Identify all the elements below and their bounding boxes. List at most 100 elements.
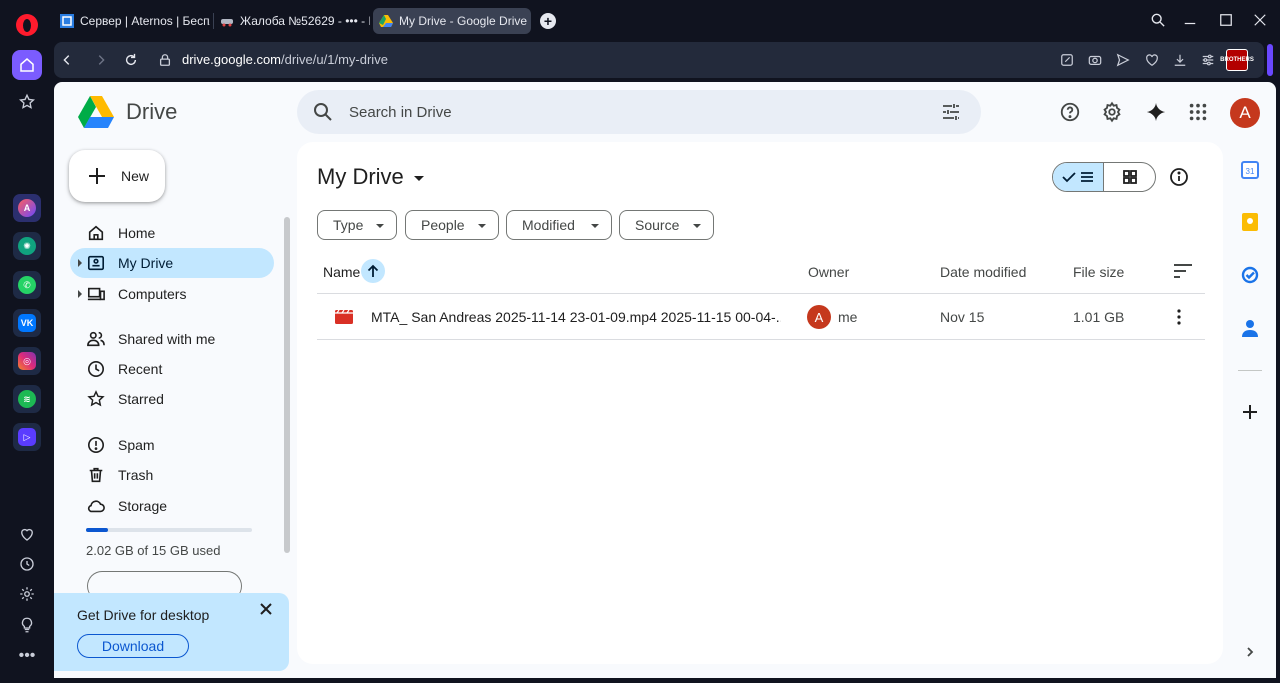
filter-modified[interactable]: Modified — [506, 210, 612, 240]
aria-ai-icon[interactable]: A — [13, 194, 41, 222]
gemini-icon[interactable] — [1144, 100, 1168, 124]
send-icon[interactable] — [1114, 51, 1132, 69]
nav-label: Recent — [118, 361, 163, 377]
chatgpt-icon[interactable]: ✺ — [13, 232, 41, 260]
grid-view-button[interactable] — [1104, 163, 1155, 191]
contacts-icon[interactable] — [1240, 318, 1260, 338]
shared-people-icon — [87, 331, 105, 347]
close-icon[interactable] — [258, 601, 274, 617]
filter-label: People — [421, 217, 465, 233]
column-file-size[interactable]: File size — [1073, 264, 1124, 280]
nav-item-storage[interactable]: Storage — [70, 491, 274, 521]
apps-grid-icon[interactable] — [1186, 100, 1210, 124]
account-avatar[interactable]: A — [1230, 98, 1260, 128]
heart-icon[interactable] — [1143, 51, 1161, 69]
nav-item-trash[interactable]: Trash — [70, 460, 274, 490]
filter-label: Modified — [522, 217, 575, 233]
url-path: /drive/u/1/my-drive — [281, 52, 388, 67]
sort-direction-button[interactable] — [361, 259, 385, 283]
expand-arrow-icon[interactable] — [78, 259, 82, 267]
chevron-down-icon — [413, 176, 424, 181]
easy-setup-icon[interactable] — [1199, 51, 1217, 69]
filter-people[interactable]: People — [405, 210, 499, 240]
nav-item-my-drive[interactable]: My Drive — [70, 248, 274, 278]
close-window-icon[interactable] — [1250, 10, 1270, 30]
help-icon[interactable] — [1058, 100, 1082, 124]
page-title[interactable]: My Drive — [317, 164, 424, 190]
search-box — [297, 90, 981, 134]
nav-label: Computers — [118, 286, 187, 302]
lock-icon[interactable] — [156, 51, 174, 69]
player-icon[interactable]: ▷ — [13, 423, 41, 451]
star-icon[interactable] — [12, 87, 42, 117]
filter-type[interactable]: Type — [317, 210, 397, 240]
info-icon[interactable] — [1169, 167, 1189, 187]
drive-logo-text: Drive — [126, 99, 178, 124]
calendar-icon[interactable]: 31 — [1240, 160, 1260, 180]
instagram-icon[interactable]: ◎ — [13, 347, 41, 375]
view-toggle — [1052, 162, 1156, 192]
list-icon — [1081, 172, 1093, 182]
storage-used-text: 2.02 GB of 15 GB used — [86, 543, 221, 558]
back-icon[interactable] — [58, 51, 76, 69]
expand-arrow-icon[interactable] — [78, 290, 82, 298]
search-input[interactable] — [349, 98, 909, 126]
filter-source[interactable]: Source — [619, 210, 714, 240]
forward-icon[interactable] — [92, 51, 110, 69]
maximize-icon[interactable] — [1216, 10, 1236, 30]
nav-item-recent[interactable]: Recent — [70, 354, 274, 384]
more-icon[interactable]: ••• — [12, 641, 42, 671]
nav-item-starred[interactable]: Starred — [70, 384, 274, 414]
vk-icon[interactable]: VK — [13, 309, 41, 337]
drive-logo[interactable]: Drive — [78, 96, 177, 128]
chevron-right-icon[interactable] — [1240, 642, 1260, 662]
history-icon[interactable] — [12, 549, 42, 579]
keep-icon[interactable] — [1240, 212, 1260, 232]
sidebar-toggle[interactable] — [1267, 44, 1273, 76]
column-name[interactable]: Name — [323, 264, 360, 280]
drive-logo-icon — [78, 96, 114, 128]
new-button[interactable]: New — [69, 150, 165, 202]
whatsapp-icon[interactable]: ✆ — [13, 271, 41, 299]
car-favicon-icon — [221, 19, 233, 27]
more-actions-icon[interactable] — [1169, 307, 1189, 327]
column-date-modified[interactable]: Date modified — [940, 264, 1026, 280]
list-view-button[interactable] — [1053, 163, 1105, 191]
nav-item-home[interactable]: Home — [70, 218, 274, 248]
camera-icon[interactable] — [1086, 51, 1104, 69]
lightbulb-icon[interactable] — [12, 610, 42, 640]
settings-icon[interactable] — [12, 579, 42, 609]
home-icon[interactable] — [12, 50, 42, 80]
tab-complaint[interactable]: Жалоба №52629 - ••• - М — [214, 8, 370, 34]
extension-badge[interactable]: BROTHERS — [1220, 49, 1254, 71]
opera-logo-icon[interactable] — [16, 14, 38, 36]
chevron-down-icon — [591, 224, 599, 228]
table-row[interactable]: MTA_ San Andreas 2025-11-14 23-01-09.mp4… — [317, 294, 1205, 340]
spotify-icon[interactable]: ≋ — [13, 385, 41, 413]
download-button[interactable]: Download — [77, 634, 189, 658]
address-bar: drive.google.com/drive/u/1/my-drive BROT… — [54, 42, 1264, 78]
nav-item-shared[interactable]: Shared with me — [70, 324, 274, 354]
tab-aternos[interactable]: Сервер | Aternos | Беспла — [54, 8, 210, 34]
minimize-icon[interactable] — [1180, 10, 1200, 30]
url-field[interactable]: drive.google.com/drive/u/1/my-drive — [182, 52, 388, 67]
reload-icon[interactable] — [122, 51, 140, 69]
add-addon-icon[interactable] — [1240, 402, 1260, 422]
nav-item-spam[interactable]: Spam — [70, 430, 274, 460]
tasks-icon[interactable] — [1240, 265, 1260, 285]
search-icon[interactable] — [313, 102, 333, 122]
heart-icon[interactable] — [12, 519, 42, 549]
nav-scrollbar[interactable] — [284, 217, 290, 553]
nav-item-computers[interactable]: Computers — [70, 279, 274, 309]
search-options-icon[interactable] — [941, 102, 961, 122]
column-owner[interactable]: Owner — [808, 264, 849, 280]
sort-options-icon[interactable] — [1173, 262, 1193, 280]
nav-label: Starred — [118, 391, 164, 407]
edit-icon[interactable] — [1058, 51, 1076, 69]
trash-icon — [89, 467, 103, 483]
search-tabs-icon[interactable] — [1148, 10, 1168, 30]
settings-icon[interactable] — [1100, 100, 1124, 124]
tab-my-drive[interactable]: My Drive - Google Drive — [373, 8, 531, 34]
new-tab-button[interactable]: + — [540, 13, 556, 29]
download-icon[interactable] — [1171, 51, 1189, 69]
